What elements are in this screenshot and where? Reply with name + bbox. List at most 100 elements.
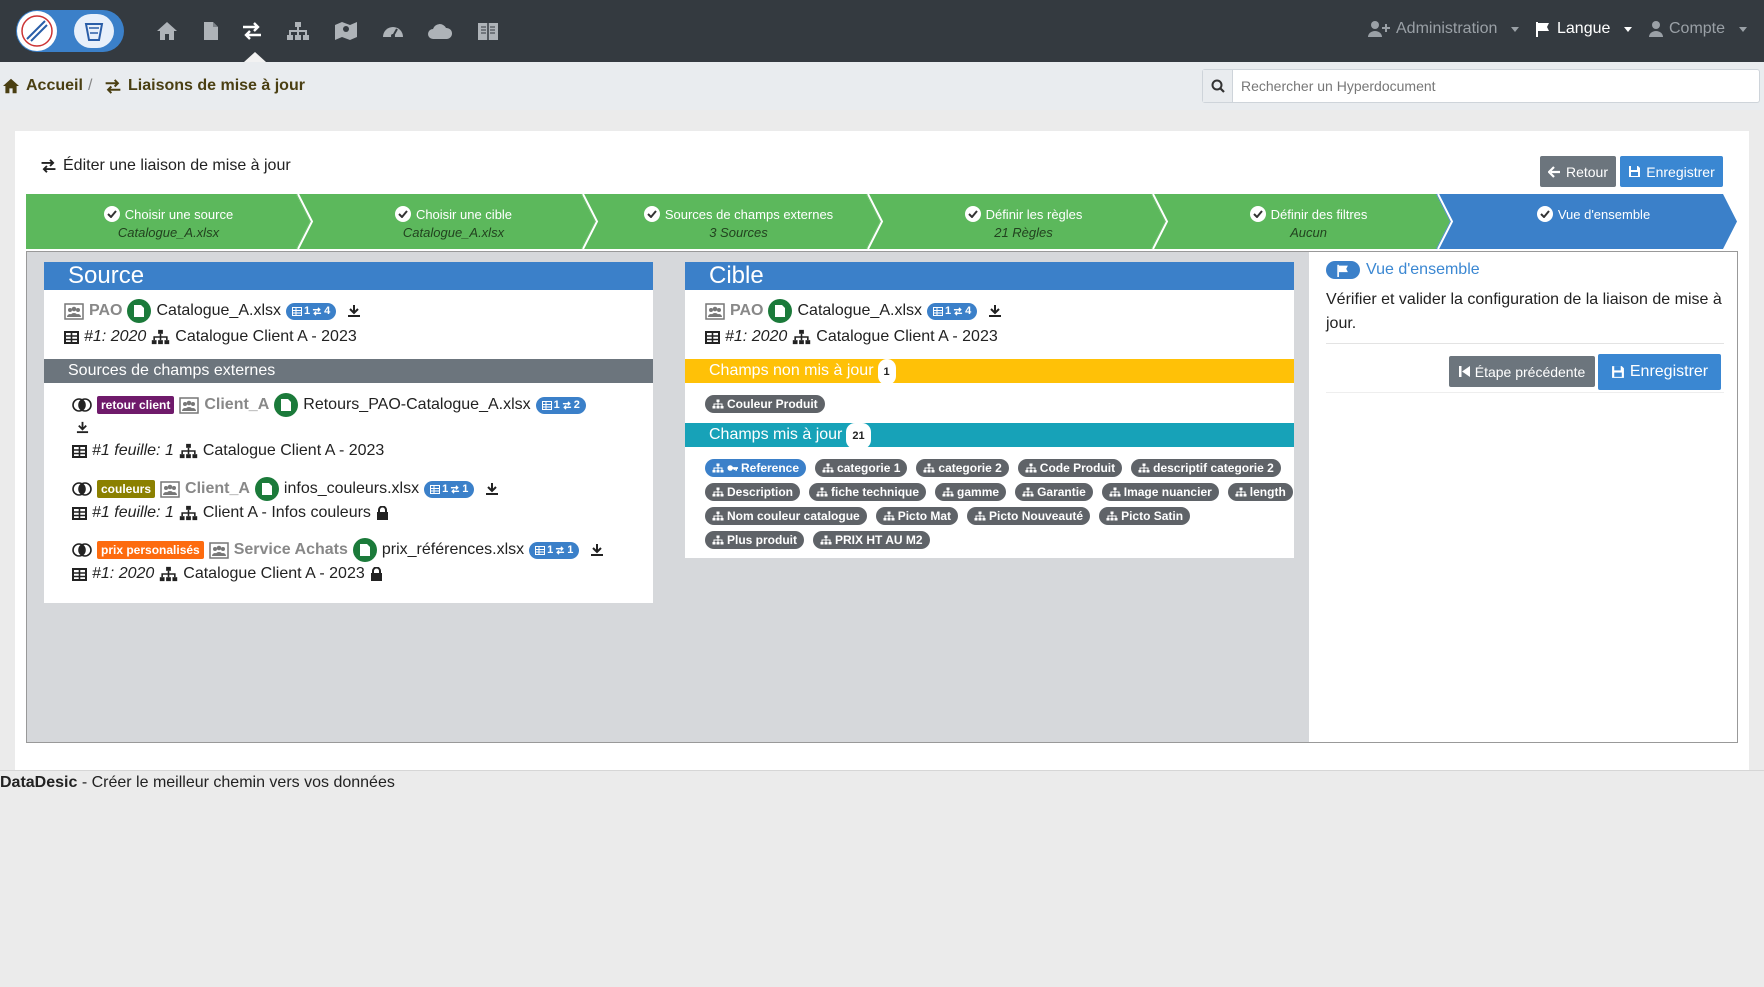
sitemap-icon — [822, 463, 834, 473]
footer: DataDesic - Créer le meilleur chemin ver… — [0, 774, 395, 792]
retour-button[interactable]: Retour — [1540, 156, 1616, 187]
step-regles[interactable]: Définir les règles 21 Règles — [881, 194, 1166, 249]
retour-button-label: Retour — [1565, 163, 1609, 180]
footer-brand: DataDesic — [0, 774, 78, 791]
home-icon[interactable] — [154, 18, 180, 44]
external-file-name[interactable]: prix_références.xlsx — [382, 541, 524, 559]
admin-menu[interactable]: Administration — [1368, 20, 1520, 38]
search-icon[interactable] — [1203, 70, 1233, 102]
step-source[interactable]: Choisir une source Catalogue_A.xlsx — [26, 194, 311, 249]
sitemap-icon — [160, 566, 178, 582]
sitemap-icon — [883, 511, 895, 521]
arrow-left-icon — [1547, 165, 1560, 178]
breadcrumb-home-label: Accueil — [26, 77, 83, 94]
field-tag: Picto Satin — [1099, 507, 1191, 525]
pill-sheets: 1 — [442, 483, 449, 495]
table-icon — [535, 545, 546, 555]
cloud-icon[interactable] — [427, 18, 453, 44]
external-group[interactable]: Service Achats — [234, 541, 348, 559]
external-group[interactable]: Client_A — [204, 396, 269, 414]
breadcrumb-home[interactable]: Accueil — [2, 77, 83, 95]
field-tag-label: Garantie — [1037, 485, 1086, 499]
download-icon[interactable] — [485, 482, 499, 496]
previous-step-button[interactable]: Étape précédente — [1449, 356, 1595, 387]
source-count-pill: 1 4 — [286, 302, 337, 320]
sitemap-icon — [820, 535, 832, 545]
document-icon[interactable] — [198, 18, 224, 44]
card-title: Éditer une liaison de mise à jour — [40, 157, 291, 175]
field-tag: Code Produit — [1017, 459, 1123, 477]
field-tag: PRIX HT AU M2 — [813, 531, 930, 549]
external-tag: retour client — [97, 396, 175, 414]
cible-group[interactable]: PAO — [730, 302, 763, 320]
overview-bottom-divider — [1326, 392, 1724, 393]
cible-sheet-row: #1: 2020 Catalogue Client A - 2023 — [705, 328, 998, 346]
compte-menu[interactable]: Compte — [1649, 20, 1748, 38]
cible-file-name[interactable]: Catalogue_A.xlsx — [797, 302, 922, 320]
langue-menu[interactable]: Langue — [1535, 20, 1633, 38]
app-logo[interactable] — [16, 10, 124, 52]
external-source-row: couleurs Client_A infos_couleurs.xlsx 1 … — [72, 477, 499, 501]
group-icon — [705, 303, 725, 320]
floppy-icon — [1611, 366, 1624, 378]
book-icon[interactable] — [475, 18, 501, 44]
step-filtres[interactable]: Définir des filtres Aucun — [1166, 194, 1451, 249]
user-icon — [1649, 21, 1663, 37]
field-tag-label: Code Produit — [1039, 461, 1116, 475]
external-file-name[interactable]: Retours_PAO-Catalogue_A.xlsx — [303, 396, 530, 414]
download-icon[interactable] — [76, 421, 89, 434]
lock-icon — [370, 566, 382, 581]
exchange-icon[interactable] — [239, 18, 265, 44]
source-file-name[interactable]: Catalogue_A.xlsx — [156, 302, 281, 320]
flag-icon — [1536, 22, 1549, 37]
source-model: Catalogue Client A - 2023 — [175, 328, 357, 345]
compte-menu-label: Compte — [1669, 20, 1726, 37]
download-icon[interactable] — [988, 304, 1002, 318]
search-input[interactable] — [1241, 76, 1741, 96]
source-sheet: #1: 2020 — [84, 328, 147, 345]
source-group[interactable]: PAO — [89, 302, 122, 320]
field-tag: categorie 2 — [916, 459, 1009, 477]
sitemap-icon[interactable] — [285, 18, 311, 44]
step-sources-externes[interactable]: Sources de champs externes 3 Sources — [596, 194, 881, 249]
step-cible[interactable]: Choisir une cible Catalogue_A.xlsx — [311, 194, 596, 249]
table-icon — [72, 444, 87, 458]
exchange-icon — [41, 159, 56, 173]
step-label: Sources de champs externes — [664, 206, 834, 222]
download-icon[interactable] — [590, 543, 604, 557]
map-marker-icon[interactable] — [333, 18, 359, 44]
step-sub: Catalogue_A.xlsx — [402, 225, 505, 240]
field-tag: Plus produit — [705, 531, 804, 549]
step-sub: Catalogue_A.xlsx — [117, 225, 220, 240]
save-button-top[interactable]: Enregistrer — [1620, 156, 1723, 187]
wizard-steps: Choisir une source Catalogue_A.xlsx Choi… — [26, 194, 1738, 249]
external-source-row: retour client Client_A Retours_PAO-Catal… — [72, 393, 586, 417]
card-title-label: Éditer une liaison de mise à jour — [63, 157, 291, 174]
cible-sheet: #1: 2020 — [725, 328, 788, 345]
intersect-icon — [72, 482, 92, 496]
sitemap-icon — [1025, 463, 1037, 473]
user-plus-icon — [1368, 21, 1390, 37]
step-sub: 3 Sources — [709, 225, 768, 240]
step-vue-ensemble[interactable]: Vue d'ensemble — [1451, 194, 1736, 249]
sitemap-icon — [712, 535, 724, 545]
external-group[interactable]: Client_A — [185, 480, 250, 498]
external-source-row: prix personalisés Service Achats prix_ré… — [72, 538, 604, 562]
sitemap-icon — [1235, 487, 1247, 497]
field-tag-label: Reference — [741, 461, 800, 475]
sitemap-icon — [1106, 511, 1118, 521]
external-model: Catalogue Client A - 2023 — [183, 565, 365, 582]
field-tag-label: categorie 1 — [837, 461, 901, 475]
dashboard-icon[interactable] — [380, 18, 406, 44]
field-tag: length — [1227, 483, 1293, 501]
table-icon — [292, 306, 302, 316]
check-icon — [1536, 206, 1553, 222]
save-button-top-label: Enregistrer — [1646, 163, 1715, 180]
sitemap-icon — [712, 511, 724, 521]
field-tag-label: PRIX HT AU M2 — [835, 533, 923, 547]
breadcrumb-separator: / — [88, 77, 93, 94]
cible-file-row: PAO Catalogue_A.xlsx 1 4 — [705, 299, 1002, 323]
save-button[interactable]: Enregistrer — [1598, 354, 1721, 390]
external-file-name[interactable]: infos_couleurs.xlsx — [284, 480, 419, 498]
download-icon[interactable] — [347, 304, 361, 318]
